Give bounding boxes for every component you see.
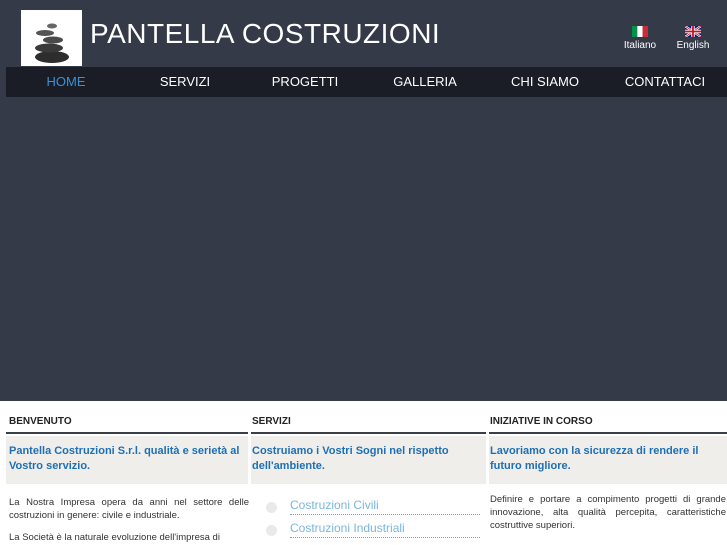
bullet-icon	[266, 502, 277, 513]
main-nav: HOME SERVIZI PROGETTI GALLERIA CHI SIAMO…	[6, 67, 727, 97]
hero-slideshow	[0, 97, 727, 401]
tagline-iniziative: Lavoriamo con la sicurezza di rendere il…	[490, 445, 699, 472]
divider	[290, 514, 480, 515]
nav-home[interactable]: HOME	[6, 67, 126, 97]
bullet-icon	[266, 525, 277, 536]
service-item[interactable]: Costruzioni Civili	[252, 498, 486, 520]
divider	[489, 432, 727, 434]
iniziative-paragraph-1: Definire e portare a compimento progetti…	[490, 494, 726, 531]
section-title-benvenuto: BENVENUTO	[9, 416, 72, 427]
stacked-stones-icon	[35, 23, 69, 63]
service-label[interactable]: Costruzioni Industriali	[290, 521, 405, 535]
tagline-box: Costruiamo i Vostri Sogni nel rispetto d…	[251, 436, 486, 484]
flag-it-icon	[632, 26, 648, 37]
brand-title[interactable]: PANTELLA COSTRUZIONI	[90, 18, 440, 50]
benvenuto-paragraph-1: La Nostra Impresa opera da anni nel sett…	[9, 497, 249, 521]
content-area: BENVENUTO Pantella Costruzioni S.r.l. qu…	[0, 401, 727, 545]
tagline-box: Pantella Costruzioni S.r.l. qualità e se…	[6, 436, 248, 484]
tagline-benvenuto: Pantella Costruzioni S.r.l. qualità e se…	[9, 445, 240, 472]
language-italian[interactable]: Italiano	[615, 26, 665, 51]
nav-progetti[interactable]: PROGETTI	[245, 67, 365, 97]
divider	[290, 537, 480, 538]
language-label: English	[676, 40, 710, 51]
section-title-iniziative: INIZIATIVE IN CORSO	[490, 416, 593, 427]
divider	[6, 432, 248, 434]
language-label: Italiano	[623, 40, 657, 51]
nav-galleria[interactable]: GALLERIA	[365, 67, 485, 97]
section-title-servizi: SERVIZI	[252, 416, 291, 427]
site-header: PANTELLA COSTRUZIONI Italiano English	[0, 0, 727, 67]
flag-uk-icon	[685, 26, 701, 37]
language-english[interactable]: English	[668, 26, 718, 51]
nav-chi-siamo[interactable]: CHI SIAMO	[485, 67, 605, 97]
benvenuto-paragraph-2: La Società è la naturale evoluzione dell…	[9, 532, 220, 543]
tagline-box: Lavoriamo con la sicurezza di rendere il…	[489, 436, 727, 484]
nav-servizi[interactable]: SERVIZI	[125, 67, 245, 97]
divider	[251, 432, 486, 434]
service-item[interactable]: Costruzioni Industriali	[252, 521, 486, 543]
nav-contattaci[interactable]: CONTATTACI	[605, 67, 725, 97]
logo[interactable]	[21, 10, 82, 66]
tagline-servizi: Costruiamo i Vostri Sogni nel rispetto d…	[252, 445, 449, 472]
service-label[interactable]: Costruzioni Civili	[290, 498, 379, 512]
